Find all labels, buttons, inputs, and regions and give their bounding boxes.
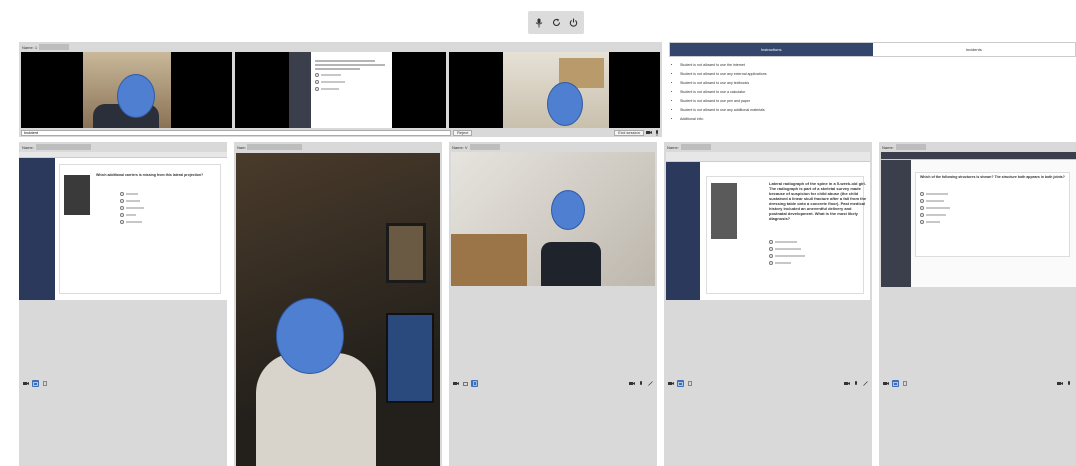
instructions-panel: Instructions Incidents Student is not al… bbox=[669, 42, 1076, 137]
rule-item: Student is not allowed to use a calculat… bbox=[680, 88, 1076, 97]
refresh-icon[interactable] bbox=[550, 17, 562, 29]
fullscreen-icon[interactable] bbox=[647, 381, 653, 387]
student-name-label: Nam bbox=[237, 144, 246, 150]
rule-item: Additional info: bbox=[680, 115, 1076, 124]
rule-item: Student is not allowed to use the intern… bbox=[680, 61, 1076, 70]
camera-icon[interactable] bbox=[883, 381, 889, 387]
screen-icon[interactable] bbox=[677, 380, 684, 387]
rules-list: Student is not allowed to use the intern… bbox=[669, 57, 1076, 124]
tab-instructions[interactable]: Instructions bbox=[670, 43, 873, 56]
microphone-icon[interactable] bbox=[1066, 380, 1072, 387]
screen-icon[interactable] bbox=[462, 381, 468, 387]
room-camera-feed[interactable] bbox=[449, 52, 660, 128]
camera-icon[interactable] bbox=[453, 381, 459, 387]
face-blur bbox=[551, 190, 585, 230]
rule-item: Student is not allowed to use any additi… bbox=[680, 106, 1076, 115]
screen-share-feed[interactable]: Which additional carriers is missing fro… bbox=[19, 152, 227, 300]
student-name-label: Name: bbox=[667, 144, 679, 150]
student-tile[interactable]: Name: V bbox=[449, 142, 657, 466]
camera-icon[interactable] bbox=[629, 381, 635, 387]
expand-icon[interactable] bbox=[42, 381, 48, 387]
microphone-icon[interactable] bbox=[638, 380, 644, 387]
student-name-label: Name: bbox=[882, 144, 894, 150]
rule-item: Student is not allowed to use any extern… bbox=[680, 70, 1076, 79]
reject-button[interactable]: Reject bbox=[453, 129, 473, 136]
redacted-name bbox=[247, 144, 303, 150]
fullscreen-icon[interactable] bbox=[862, 381, 868, 387]
question-text: Lateral radiograph of the spine in a 5-w… bbox=[769, 181, 867, 221]
room-camera-feed[interactable] bbox=[451, 152, 655, 286]
microphone-icon[interactable] bbox=[853, 380, 859, 387]
room-camera-feed[interactable] bbox=[236, 153, 440, 466]
incident-input[interactable] bbox=[21, 129, 451, 136]
expand-icon[interactable] bbox=[687, 381, 693, 387]
student-name-label: Name: V bbox=[452, 144, 468, 150]
rule-item: Student is not allowed to use any textbo… bbox=[680, 79, 1076, 88]
student-tile[interactable]: Name: Which additional carriers is missi… bbox=[19, 142, 227, 466]
face-blur bbox=[547, 82, 583, 126]
face-blur bbox=[276, 298, 344, 374]
screen-icon[interactable] bbox=[892, 380, 899, 387]
screen-share-feed[interactable]: Which of the following structures is sho… bbox=[881, 152, 1076, 287]
camera-icon[interactable] bbox=[1057, 381, 1063, 387]
featured-student-panel: Name: 1 Incident Reject End session bbox=[19, 42, 662, 137]
webcam-feed[interactable] bbox=[21, 52, 232, 128]
camera-icon[interactable] bbox=[668, 381, 674, 387]
student-tile[interactable]: Name: Which of the following structures … bbox=[879, 142, 1076, 466]
microphone-icon[interactable] bbox=[533, 17, 545, 29]
face-blur bbox=[117, 74, 155, 118]
end-session-button[interactable]: End session bbox=[614, 129, 644, 136]
expand-icon[interactable] bbox=[902, 381, 908, 387]
camera-icon[interactable] bbox=[23, 381, 29, 387]
power-icon[interactable] bbox=[567, 17, 579, 29]
rule-item: Student is not allowed to use pen and pa… bbox=[680, 97, 1076, 106]
screen-share-feed[interactable]: Lateral radiograph of the spine in a 5-w… bbox=[666, 152, 870, 300]
control-toolbar bbox=[528, 11, 584, 34]
question-text: Which additional carriers is missing fro… bbox=[96, 173, 204, 177]
student-tile[interactable]: Nam bbox=[234, 142, 442, 466]
student-name-label: Name: 1 bbox=[22, 44, 38, 50]
microphone-icon[interactable] bbox=[654, 129, 660, 136]
camera-icon[interactable] bbox=[844, 381, 850, 387]
student-tile[interactable]: Name: Lateral radiograph of the spine in… bbox=[664, 142, 872, 466]
screen-badge-icon[interactable] bbox=[471, 380, 478, 387]
redacted-name bbox=[469, 144, 500, 150]
screen-share-feed[interactable] bbox=[235, 52, 446, 128]
student-name-label: Name: bbox=[22, 144, 34, 150]
camera-icon[interactable] bbox=[646, 130, 652, 136]
screen-icon[interactable] bbox=[32, 380, 39, 387]
redacted-name bbox=[680, 144, 711, 150]
redacted-name bbox=[895, 144, 926, 150]
redacted-name bbox=[39, 44, 70, 50]
tab-incidents[interactable]: Incidents bbox=[873, 43, 1076, 56]
redacted-name bbox=[35, 144, 91, 150]
question-text: Which of the following structures is sho… bbox=[920, 175, 1065, 179]
